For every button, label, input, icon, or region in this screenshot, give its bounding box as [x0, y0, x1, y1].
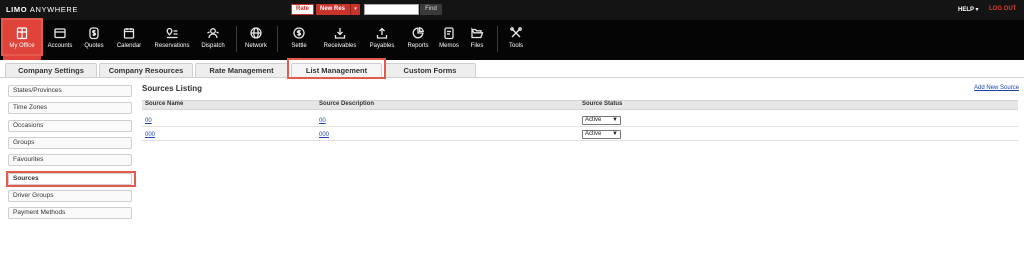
toolbar-label: Settle — [291, 43, 307, 49]
sidebar-item-occasions[interactable]: Occasions — [8, 120, 132, 132]
table-header — [142, 100, 1018, 110]
sidebar-item-favourites[interactable]: Favourites — [8, 154, 132, 166]
toolbar-label: Reservations — [154, 43, 190, 49]
toolbar-payables[interactable]: Payables — [364, 20, 400, 60]
dollar-icon — [87, 26, 101, 40]
toolbar-accounts[interactable]: Accounts — [43, 20, 77, 60]
toolbar-divider — [236, 26, 237, 52]
toolbar-label: Calendar — [116, 43, 142, 49]
toolbar-dispatch[interactable]: Dispatch — [196, 20, 230, 60]
tab-rate-management[interactable]: Rate Management — [195, 63, 288, 77]
toolbar-calendar[interactable]: Calendar — [112, 20, 146, 60]
sidebar-item-time-zones[interactable]: Time Zones — [8, 102, 132, 114]
download-icon — [333, 26, 347, 40]
page-title: Sources Listing — [142, 84, 203, 93]
sources-highlight — [6, 171, 136, 187]
sidebar-item-states-provinces[interactable]: States/Provinces — [8, 85, 132, 97]
pin-list-icon — [165, 26, 179, 40]
toolbar-label: Receivables — [323, 43, 357, 49]
tab-company-settings[interactable]: Company Settings — [5, 63, 97, 77]
table-row — [142, 128, 1018, 141]
column-header-source-description: Source Description — [319, 101, 375, 107]
tab-custom-forms[interactable]: Custom Forms — [384, 63, 476, 77]
app-logo: LIMO ANYWHERE — [6, 5, 78, 14]
source-status-select[interactable]: Active ▼ — [582, 130, 621, 139]
add-new-source-link[interactable]: Add New Source — [974, 85, 1019, 91]
toolbar-label: Dispatch — [201, 43, 225, 49]
toolbar-label: Accounts — [47, 43, 73, 49]
logo-sub: ANYWHERE — [29, 5, 78, 14]
find-button[interactable]: Find — [420, 4, 442, 15]
toolbar-settle[interactable]: Settle — [284, 20, 314, 60]
source-name-link[interactable]: 00 — [145, 118, 152, 124]
source-description-link[interactable]: 00 — [319, 118, 326, 124]
tools-icon — [509, 26, 523, 40]
top-bar: LIMO ANYWHERE Rate New Res ▾ Find HELP ▾… — [0, 0, 1024, 20]
toolbar-label: Memos — [439, 43, 459, 49]
toolbar-files[interactable]: Files — [464, 20, 490, 60]
toolbar-receivables[interactable]: Receivables — [318, 20, 362, 60]
open-folder-icon — [470, 26, 484, 40]
pie-icon — [411, 26, 425, 40]
toolbar-divider — [497, 26, 498, 52]
toolbar-label: Reports — [407, 43, 429, 49]
toolbar-label: Payables — [369, 43, 395, 49]
logo-main: LIMO — [6, 5, 28, 14]
chevron-down-icon: ▼ — [612, 117, 618, 123]
new-res-button[interactable]: New Res ▾ — [316, 4, 360, 15]
my-office-highlight — [1, 18, 43, 56]
logout-link[interactable]: LOG OUT — [989, 6, 1016, 12]
source-name-link[interactable]: 000 — [145, 132, 155, 138]
source-status-select[interactable]: Active ▼ — [582, 116, 621, 125]
calendar-icon — [122, 26, 136, 40]
toolbar-label: Network — [244, 43, 267, 49]
sidebar-item-groups[interactable]: Groups — [8, 137, 132, 149]
column-header-source-name: Source Name — [145, 101, 184, 107]
rate-button[interactable]: Rate — [291, 4, 314, 15]
sidebar-item-payment-methods[interactable]: Payment Methods — [8, 207, 132, 219]
toolbar-reports[interactable]: Reports — [402, 20, 434, 60]
main-toolbar: My Office Accounts Quotes Calendar Reser… — [0, 20, 1024, 60]
help-menu[interactable]: HELP ▾ — [958, 6, 979, 13]
table-row — [142, 114, 1018, 127]
folder-icon — [53, 26, 67, 40]
new-res-label: New Res — [320, 6, 346, 12]
memo-icon — [442, 26, 456, 40]
toolbar-reservations[interactable]: Reservations — [148, 20, 196, 60]
globe-icon — [249, 26, 263, 40]
toolbar-label: Files — [470, 43, 484, 49]
toolbar-network[interactable]: Network — [240, 20, 272, 60]
tab-company-resources[interactable]: Company Resources — [99, 63, 193, 77]
list-management-highlight — [287, 58, 386, 79]
toolbar-label: Quotes — [84, 43, 104, 49]
coin-icon — [292, 26, 306, 40]
toolbar-memos[interactable]: Memos — [434, 20, 464, 60]
sidebar-item-driver-groups[interactable]: Driver Groups — [8, 190, 132, 202]
toolbar-divider — [277, 26, 278, 52]
toolbar-tools[interactable]: Tools — [502, 20, 530, 60]
chevron-down-icon: ▼ — [612, 131, 618, 137]
status-value: Active — [585, 131, 602, 137]
toolbar-quotes[interactable]: Quotes — [78, 20, 110, 60]
status-value: Active — [585, 117, 602, 123]
dispatch-icon — [206, 26, 220, 40]
upload-icon — [375, 26, 389, 40]
search-input[interactable] — [364, 4, 419, 15]
column-header-source-status: Source Status — [582, 101, 623, 107]
toolbar-label: Tools — [508, 43, 523, 49]
source-description-link[interactable]: 000 — [319, 132, 329, 138]
chevron-down-icon[interactable]: ▾ — [350, 4, 360, 15]
